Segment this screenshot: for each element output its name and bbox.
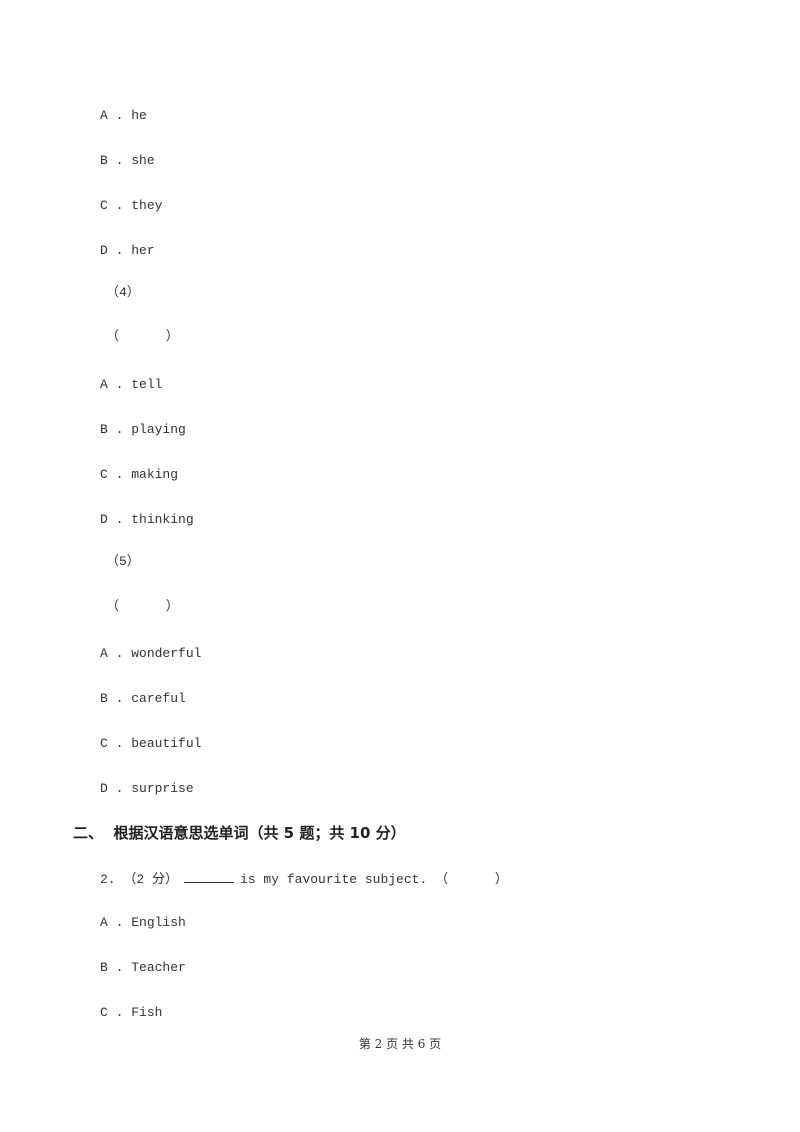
option-they: C . they: [100, 198, 162, 214]
question-2: 2. （2 分） is my favourite subject. （ ）: [100, 868, 508, 887]
option-thinking: D . thinking: [100, 512, 194, 528]
option-teacher: B . Teacher: [100, 960, 186, 976]
option-letter: B .: [100, 422, 124, 437]
question-text: is my favourite subject.: [240, 872, 428, 887]
option-making: C . making: [100, 467, 178, 483]
option-letter: D .: [100, 512, 124, 527]
option-letter: A .: [100, 646, 124, 661]
answer-paren: （ ）: [106, 599, 179, 614]
page-number-footer: 第 2 页 共 6 页: [358, 1037, 442, 1051]
option-text: she: [131, 153, 155, 168]
subquestion-5-label: （5）: [106, 554, 140, 569]
option-text: English: [131, 915, 186, 930]
option-beautiful: C . beautiful: [100, 736, 201, 752]
question-score: （2 分）: [123, 872, 179, 887]
option-letter: B .: [100, 153, 124, 168]
option-wonderful: A . wonderful: [100, 646, 201, 662]
section-heading: 二、 根据汉语意思选单词（共 5 题；共 10 分）: [73, 824, 406, 842]
option-letter: C .: [100, 1005, 124, 1020]
option-text: Fish: [131, 1005, 163, 1020]
option-letter: D .: [100, 781, 124, 796]
question-number: 2.: [100, 872, 116, 887]
option-text: wonderful: [131, 646, 202, 661]
option-letter: B .: [100, 960, 124, 975]
option-text: playing: [131, 422, 186, 437]
answer-paren: （ ）: [435, 872, 508, 887]
option-letter: A .: [100, 915, 124, 930]
option-letter: B .: [100, 691, 124, 706]
option-letter: C .: [100, 467, 124, 482]
option-letter: C .: [100, 198, 124, 213]
option-surprise: D . surprise: [100, 781, 194, 797]
option-text: beautiful: [131, 736, 202, 751]
option-text: thinking: [131, 512, 194, 527]
option-letter: D .: [100, 243, 124, 258]
option-text: careful: [131, 691, 186, 706]
option-playing: B . playing: [100, 422, 186, 438]
subquestion-4-label: （4）: [106, 285, 140, 300]
option-careful: B . careful: [100, 691, 186, 707]
option-text: surprise: [131, 781, 194, 796]
option-text: they: [131, 198, 163, 213]
option-text: making: [131, 467, 179, 482]
option-english: A . English: [100, 915, 186, 931]
option-her: D . her: [100, 243, 155, 259]
option-he: A . he: [100, 108, 147, 124]
option-text: her: [131, 243, 155, 258]
option-fish: C . Fish: [100, 1005, 162, 1021]
option-letter: A .: [100, 108, 124, 123]
option-tell: A . tell: [100, 377, 162, 393]
option-letter: C .: [100, 736, 124, 751]
option-text: Teacher: [131, 960, 186, 975]
option-text: tell: [131, 377, 163, 392]
option-text: he: [131, 108, 147, 123]
fill-blank: [184, 870, 235, 883]
option-she: B . she: [100, 153, 155, 169]
option-letter: A .: [100, 377, 124, 392]
answer-paren: （ ）: [106, 329, 179, 344]
